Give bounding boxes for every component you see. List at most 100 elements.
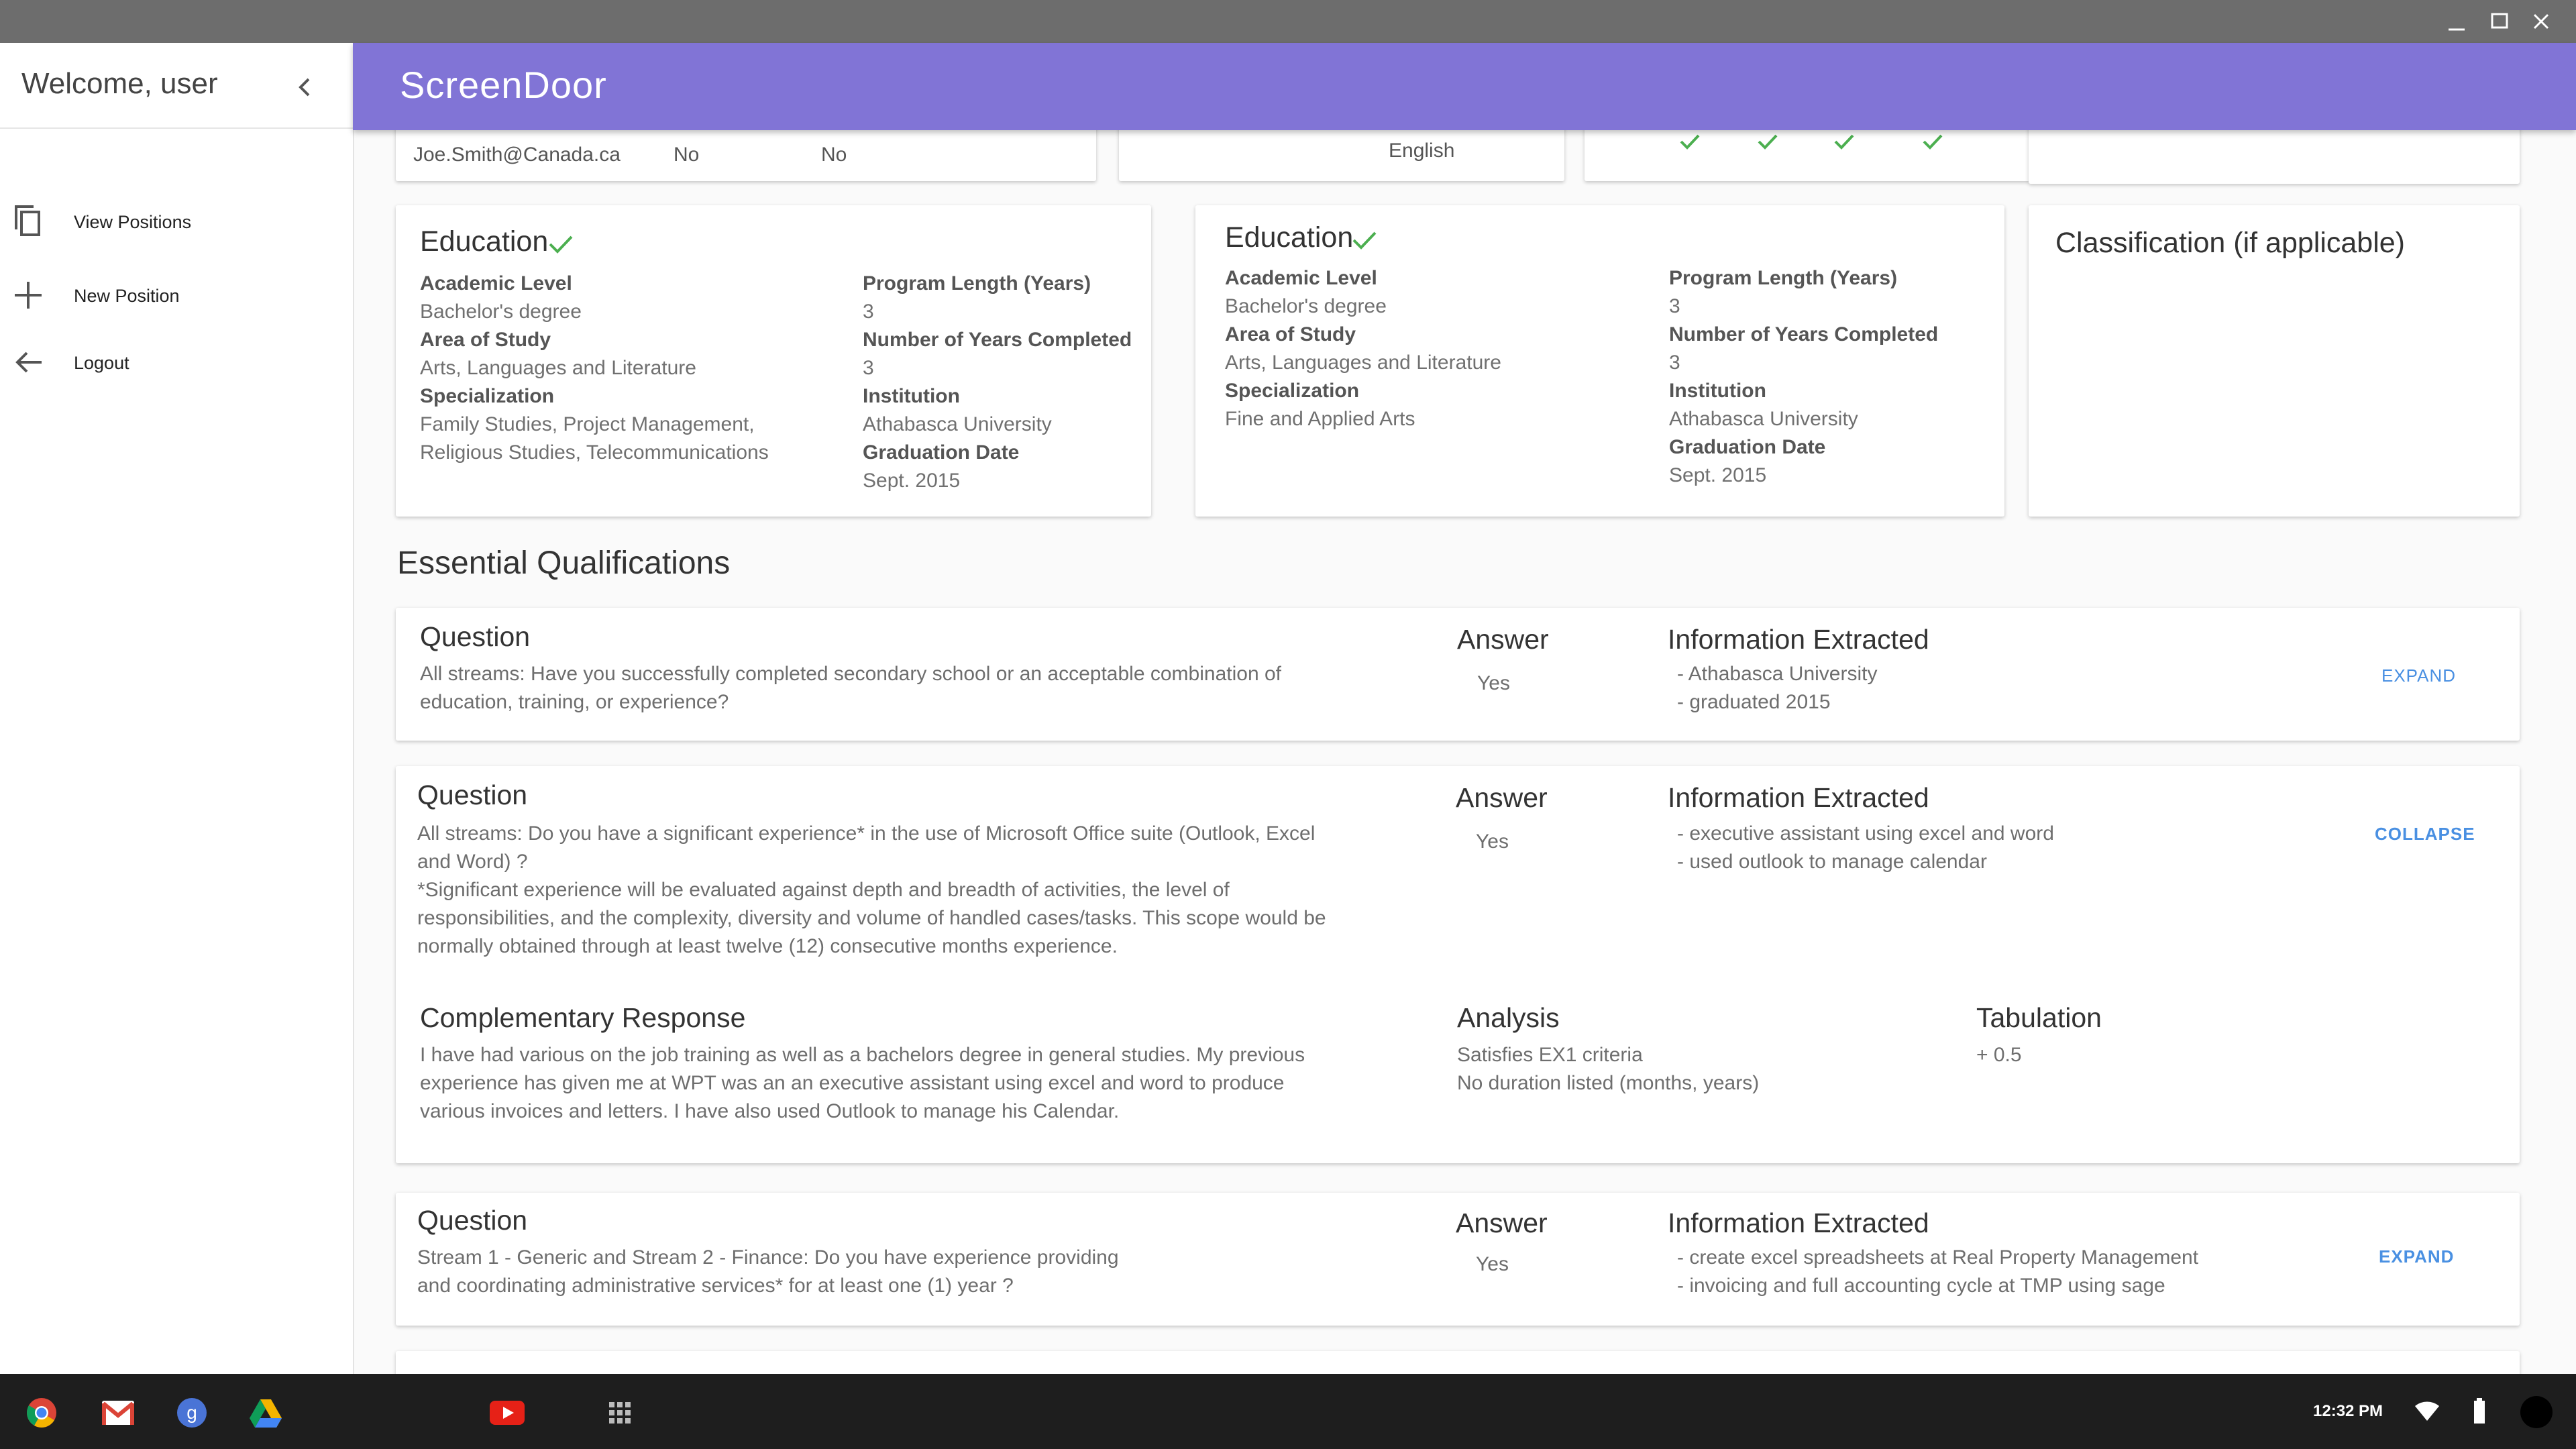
- info-extracted-item: - executive assistant using excel and wo…: [1677, 822, 2054, 845]
- answer-label: Answer: [1457, 624, 1549, 655]
- check-icon: [1923, 134, 1943, 150]
- main-content: Joe.Smith@Canada.ca No No English Educat…: [353, 130, 2576, 1374]
- question-text: All streams: Have you successfully compl…: [420, 663, 1281, 685]
- question-card: [396, 1351, 2520, 1374]
- info-extracted-item: - invoicing and full accounting cycle at…: [1677, 1275, 2165, 1297]
- question-label: Question: [417, 780, 528, 810]
- academic-level-value: Bachelor's degree: [420, 301, 582, 323]
- sidebar-item-view-positions[interactable]: View Positions: [0, 191, 353, 251]
- specialization-value: Religious Studies, Telecommunications: [420, 441, 769, 464]
- google-search-icon[interactable]: g: [176, 1397, 208, 1429]
- info-extracted-label: Information Extracted: [1668, 624, 1929, 655]
- email-value: Joe.Smith@Canada.ca: [413, 144, 621, 166]
- years-completed-value: 3: [1669, 352, 1680, 374]
- institution-value: Athabasca University: [863, 413, 1052, 435]
- question-text: and coordinating administrative services…: [417, 1275, 1014, 1297]
- clock[interactable]: 12:32 PM: [2313, 1402, 2383, 1421]
- graduation-date-value: Sept. 2015: [863, 470, 961, 492]
- education-card: Education Academic Level Bachelor's degr…: [396, 205, 1151, 517]
- info-extracted-item: - graduated 2015: [1677, 691, 1831, 713]
- close-icon[interactable]: [2526, 7, 2556, 36]
- specialization-value: Family Studies, Project Management,: [420, 413, 755, 435]
- check-icon: [1758, 134, 1778, 150]
- avatar[interactable]: [2520, 1395, 2553, 1429]
- question-text: education, training, or experience?: [420, 691, 729, 713]
- contact-card: Joe.Smith@Canada.ca No No: [396, 130, 1096, 181]
- answer-label: Answer: [1456, 782, 1548, 813]
- youtube-icon[interactable]: [490, 1401, 525, 1425]
- language-card: English: [1119, 130, 1564, 181]
- complementary-response-text: I have had various on the job training a…: [420, 1044, 1305, 1066]
- question-text: *Significant experience will be evaluate…: [417, 879, 1230, 901]
- years-completed-label: Number of Years Completed: [863, 329, 1132, 351]
- specialization-value: Fine and Applied Arts: [1225, 408, 1415, 430]
- area-of-study-label: Area of Study: [1225, 323, 1356, 345]
- specialization-label: Specialization: [420, 385, 555, 407]
- education-title: Education: [420, 225, 549, 258]
- info-extracted-label: Information Extracted: [1668, 782, 1929, 813]
- question-text: Stream 1 - Generic and Stream 2 - Financ…: [417, 1246, 1119, 1269]
- arrow-left-icon: [15, 352, 42, 373]
- battery-icon[interactable]: [2473, 1398, 2486, 1425]
- contact-value-1: No: [674, 144, 700, 166]
- blank-card: [2029, 130, 2520, 184]
- expand-button[interactable]: EXPAND: [2381, 665, 2456, 686]
- info-extracted-item: - create excel spreadsheets at Real Prop…: [1677, 1246, 2199, 1269]
- tabulation-value: + 0.5: [1976, 1044, 2022, 1066]
- check-icon: [549, 235, 573, 254]
- area-of-study-label: Area of Study: [420, 329, 551, 351]
- answer-value: Yes: [1477, 672, 1510, 694]
- question-text: responsibilities, and the complexity, di…: [417, 907, 1326, 929]
- copy-icon: [15, 205, 40, 236]
- institution-label: Institution: [1669, 380, 1766, 402]
- answer-value: Yes: [1476, 830, 1509, 853]
- academic-level-label: Academic Level: [420, 272, 572, 294]
- plus-icon: [15, 282, 42, 309]
- analysis-item: No duration listed (months, years): [1457, 1072, 1760, 1094]
- education-card: Education Academic Level Bachelor's degr…: [1195, 205, 2004, 517]
- program-length-label: Program Length (Years): [1669, 267, 1898, 289]
- language-value: English: [1389, 140, 1455, 162]
- check-icon: [1352, 231, 1377, 250]
- graduation-date-label: Graduation Date: [1669, 436, 1826, 458]
- question-card: Question All streams: Do you have a sign…: [396, 766, 2520, 1163]
- contact-value-2: No: [821, 144, 847, 166]
- years-completed-value: 3: [863, 357, 874, 379]
- info-extracted-item: - Athabasca University: [1677, 663, 1878, 685]
- institution-value: Athabasca University: [1669, 408, 1858, 430]
- tabulation-label: Tabulation: [1976, 1002, 2102, 1033]
- wifi-icon[interactable]: [2414, 1401, 2440, 1422]
- maximize-icon[interactable]: [2485, 7, 2514, 36]
- chrome-icon[interactable]: [25, 1397, 58, 1429]
- sidebar-item-new-position[interactable]: New Position: [0, 264, 353, 325]
- app-logo[interactable]: ScreenDoor: [400, 63, 607, 107]
- section-title: Essential Qualifications: [397, 545, 731, 581]
- academic-level-value: Bachelor's degree: [1225, 295, 1387, 317]
- drive-icon[interactable]: [248, 1398, 283, 1429]
- question-text: normally obtained through at least twelv…: [417, 935, 1118, 957]
- taskbar: g 12:32 PM: [0, 1374, 2576, 1449]
- classification-card: Classification (if applicable): [2029, 205, 2520, 517]
- sidebar-item-label: View Positions: [74, 212, 192, 232]
- info-extracted-label: Information Extracted: [1668, 1208, 1929, 1238]
- question-label: Question: [420, 621, 531, 652]
- check-icon: [1834, 134, 1854, 150]
- complementary-response-label: Complementary Response: [420, 1002, 746, 1033]
- app-launcher-icon[interactable]: [608, 1401, 632, 1425]
- complementary-response-text: various invoices and letters. I have als…: [420, 1100, 1120, 1122]
- window-title-bar: [0, 0, 2576, 43]
- program-length-value: 3: [863, 301, 874, 323]
- specialization-label: Specialization: [1225, 380, 1360, 402]
- gmail-icon[interactable]: [101, 1399, 136, 1426]
- minimize-icon[interactable]: [2442, 7, 2471, 36]
- institution-label: Institution: [863, 385, 960, 407]
- sidebar-item-logout[interactable]: Logout: [0, 331, 353, 392]
- answer-value: Yes: [1476, 1253, 1509, 1275]
- answer-label: Answer: [1456, 1208, 1548, 1238]
- expand-button[interactable]: EXPAND: [2379, 1246, 2454, 1267]
- academic-level-label: Academic Level: [1225, 267, 1377, 289]
- question-text: and Word) ?: [417, 851, 528, 873]
- sidebar: Welcome, user View Positions New Positio…: [0, 43, 354, 1374]
- chevron-left-icon[interactable]: [290, 72, 319, 102]
- collapse-button[interactable]: COLLAPSE: [2375, 824, 2475, 845]
